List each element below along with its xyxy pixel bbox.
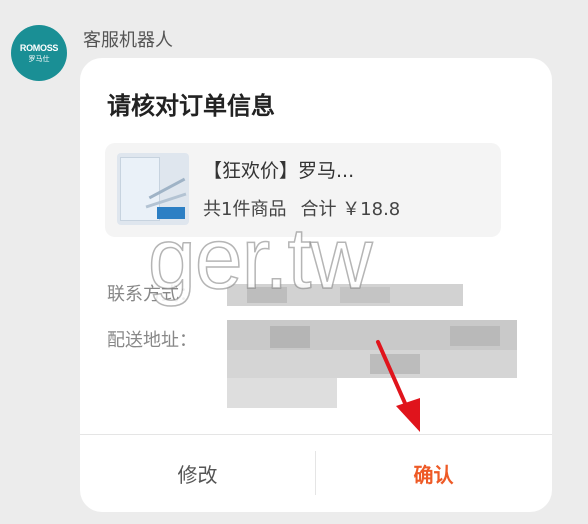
card-title: 请核对订单信息 bbox=[107, 92, 275, 120]
product-name: 【狂欢价】罗马... bbox=[203, 160, 355, 182]
annotation-arrow-icon bbox=[376, 340, 420, 432]
address-label: 配送地址： bbox=[107, 330, 197, 351]
watermark-text: ger.tw bbox=[147, 210, 373, 308]
confirm-button[interactable]: 确认 bbox=[316, 435, 551, 512]
avatar-brand: ROMOSS bbox=[19, 42, 59, 53]
modify-button[interactable]: 修改 bbox=[80, 435, 315, 512]
bot-avatar: ROMOSS 罗马仕 bbox=[11, 25, 67, 81]
avatar-subtitle: 罗马仕 bbox=[28, 54, 50, 63]
sender-name: 客服机器人 bbox=[83, 30, 173, 51]
